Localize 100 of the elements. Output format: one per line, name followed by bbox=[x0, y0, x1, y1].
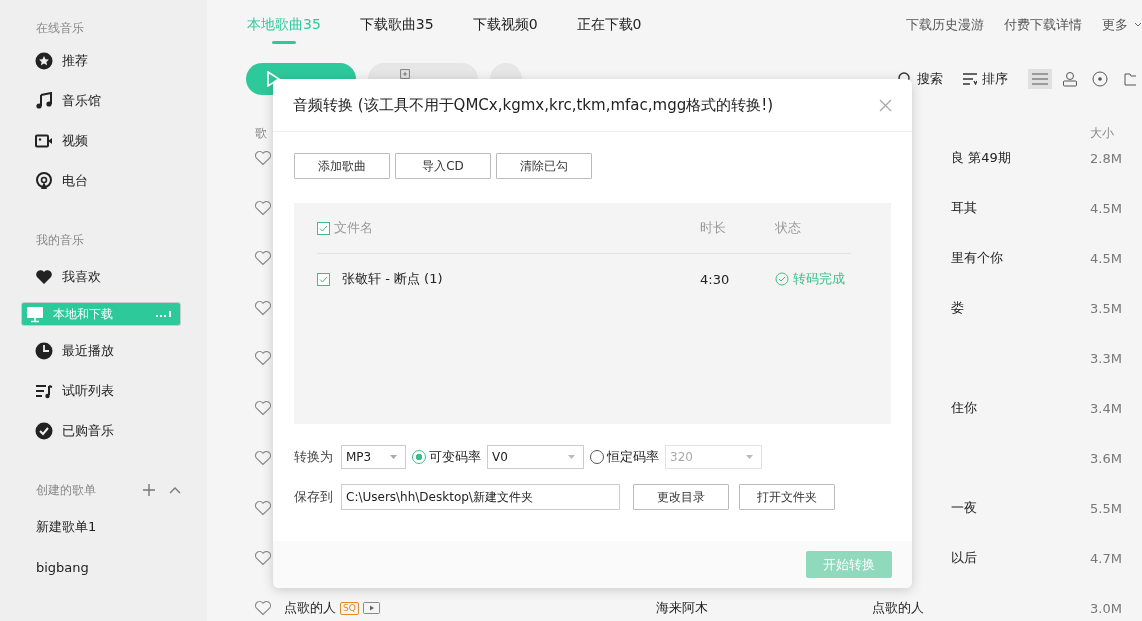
folder-icon bbox=[1124, 72, 1136, 86]
dialog-button[interactable]: 导入CD bbox=[395, 153, 491, 179]
column-header: 大小 bbox=[1090, 124, 1115, 142]
select-all-checkbox[interactable] bbox=[317, 221, 330, 235]
duration: 4:30 bbox=[700, 271, 731, 287]
column-header: 时长 bbox=[700, 219, 727, 237]
sidebar-item[interactable]: 最近播放 bbox=[21, 336, 181, 366]
music-note-icon bbox=[35, 92, 53, 110]
album-name[interactable]: 点歌的人 bbox=[872, 599, 1090, 617]
status-text: 转码完成 bbox=[793, 270, 845, 288]
sidebar-item[interactable]: bigbang bbox=[21, 552, 181, 582]
file-size: 3.4M bbox=[1090, 400, 1123, 416]
heart-icon[interactable] bbox=[254, 150, 272, 166]
check-circle-icon bbox=[35, 422, 53, 440]
clock-icon bbox=[35, 342, 53, 360]
file-name: 张敬轩 - 断点 (1) bbox=[342, 270, 443, 288]
video-play-icon[interactable] bbox=[362, 602, 380, 614]
collapse-icon[interactable] bbox=[169, 486, 181, 494]
sidebar-item[interactable]: 试听列表 bbox=[21, 376, 181, 406]
playing-icon bbox=[156, 311, 172, 317]
add-icon[interactable] bbox=[143, 484, 155, 496]
album-name[interactable]: 耳其 bbox=[951, 200, 977, 215]
album-name[interactable]: 一夜 bbox=[951, 500, 977, 515]
album-name[interactable]: 住你 bbox=[951, 400, 977, 415]
radio-label[interactable]: 恒定码率 bbox=[607, 448, 659, 466]
dialog-button[interactable]: 更改目录 bbox=[633, 484, 729, 510]
tab[interactable]: 正在下载0 bbox=[576, 16, 642, 44]
dialog-button[interactable]: 打开文件夹 bbox=[739, 484, 835, 510]
file-size: 4.5M bbox=[1090, 200, 1123, 216]
album-name[interactable]: 里有个你 bbox=[951, 250, 1003, 265]
section-title: 我的音乐 bbox=[36, 231, 84, 249]
dialog-button[interactable]: 添加歌曲 bbox=[294, 153, 390, 179]
heart-icon[interactable] bbox=[254, 600, 272, 616]
field-label: 转换为 bbox=[294, 448, 333, 466]
radio-button[interactable] bbox=[412, 450, 426, 464]
file-size: 3.5M bbox=[1090, 300, 1123, 316]
dialog-button[interactable]: 清除已勾 bbox=[496, 153, 592, 179]
person-icon bbox=[1062, 71, 1078, 87]
chevron-down-icon[interactable] bbox=[1134, 22, 1142, 28]
radio-icon bbox=[35, 172, 53, 190]
sort-button[interactable]: 排序 bbox=[963, 70, 1008, 88]
field-label: 保存到 bbox=[294, 488, 333, 506]
monitor-icon bbox=[26, 305, 44, 323]
column-header: 歌 bbox=[255, 124, 268, 142]
bitrate-dropdown[interactable]: V0 bbox=[487, 445, 584, 469]
file-size: 5.5M bbox=[1090, 500, 1123, 516]
playlist-icon bbox=[35, 382, 53, 400]
radio-label[interactable]: 可变码率 bbox=[429, 448, 481, 466]
file-size: 4.7M bbox=[1090, 550, 1123, 566]
top-link[interactable]: 下载历史漫游 bbox=[906, 16, 984, 34]
sidebar-item[interactable]: 我喜欢 bbox=[21, 262, 181, 292]
file-size: 4.5M bbox=[1090, 250, 1123, 266]
dialog-title: 音频转换 (该工具不用于QMCx,kgmx,krc,tkm,mfac,mgg格式的转换!) bbox=[293, 95, 774, 115]
dropdown-arrow-icon bbox=[390, 455, 397, 459]
album-name[interactable]: 以后 bbox=[951, 550, 977, 565]
album-name[interactable]: 娄 bbox=[951, 300, 964, 315]
format-dropdown[interactable]: MP3 bbox=[341, 445, 406, 469]
column-header: 文件名 bbox=[334, 219, 373, 237]
album-name[interactable]: 良 第49期 bbox=[951, 150, 1011, 165]
save-path-field[interactable]: C:\Users\hh\Desktop\新建文件夹 bbox=[341, 484, 620, 510]
file-size: 2.8M bbox=[1090, 150, 1123, 166]
heart-icon[interactable] bbox=[254, 250, 272, 266]
file-size: 3.6M bbox=[1090, 450, 1123, 466]
close-icon[interactable] bbox=[879, 98, 892, 112]
heart-icon[interactable] bbox=[254, 200, 272, 216]
heart-icon[interactable] bbox=[254, 350, 272, 366]
quality-badge: SQ bbox=[340, 601, 359, 615]
heart-icon[interactable] bbox=[254, 300, 272, 316]
list-view-icon bbox=[1032, 73, 1048, 85]
top-link[interactable]: 付费下载详情 bbox=[1004, 16, 1082, 34]
singer-name[interactable]: 海来阿木 bbox=[656, 599, 872, 617]
video-icon bbox=[35, 132, 53, 150]
heart-icon[interactable] bbox=[254, 400, 272, 416]
add-icon bbox=[400, 69, 410, 79]
sidebar-item[interactable]: 视频 bbox=[21, 126, 181, 156]
song-title[interactable]: 点歌的人 bbox=[284, 599, 336, 617]
view-button[interactable] bbox=[1028, 69, 1052, 89]
top-link[interactable]: 更多 bbox=[1102, 16, 1128, 34]
check-circle-icon bbox=[775, 272, 789, 286]
heart-icon[interactable] bbox=[254, 450, 272, 466]
disc-icon bbox=[1092, 71, 1108, 87]
sort-icon bbox=[963, 73, 977, 85]
tab[interactable]: 下载视频0 bbox=[472, 16, 538, 44]
heart-icon[interactable] bbox=[254, 550, 272, 566]
file-size: 3.3M bbox=[1090, 350, 1123, 366]
checkmark-icon bbox=[319, 275, 328, 283]
tab[interactable]: 下载歌曲35 bbox=[359, 16, 434, 44]
heart-icon[interactable] bbox=[254, 500, 272, 516]
dropdown-arrow-icon bbox=[568, 455, 575, 459]
sidebar-item[interactable]: 推荐 bbox=[21, 46, 181, 76]
dropdown-arrow-icon bbox=[746, 455, 753, 459]
checkmark-icon bbox=[319, 224, 328, 232]
section-title: 在线音乐 bbox=[36, 19, 84, 37]
sidebar-item[interactable]: 音乐馆 bbox=[21, 86, 181, 116]
row-checkbox[interactable] bbox=[317, 272, 330, 286]
sidebar-item[interactable]: 已购音乐 bbox=[21, 416, 181, 446]
section-title: 创建的歌单 bbox=[36, 481, 96, 499]
sidebar-item[interactable]: 电台 bbox=[21, 166, 181, 196]
sidebar-item[interactable]: 新建歌单1 bbox=[21, 512, 181, 542]
file-size: 3.0M bbox=[1090, 600, 1123, 616]
